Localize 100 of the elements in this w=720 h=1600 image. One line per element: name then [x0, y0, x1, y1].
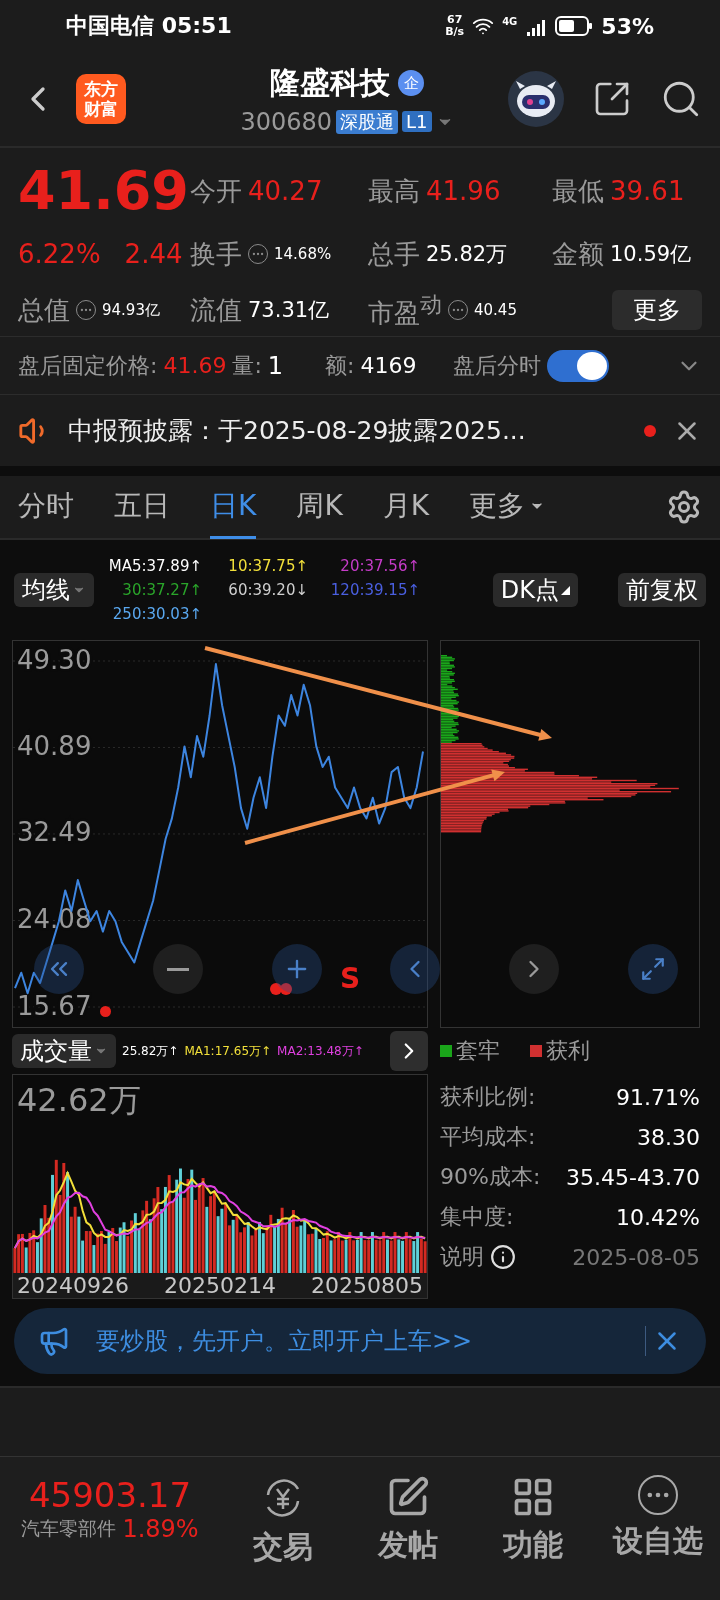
ma-menu[interactable]: 均线: [14, 573, 94, 607]
volume-label: 量:: [232, 351, 262, 380]
enterprise-badge: 企: [398, 70, 424, 96]
sector-name: 汽车零部件: [21, 1516, 117, 1541]
y-axis-label: 15.67: [17, 990, 92, 1021]
carrier-time: 中国电信 05:51: [66, 12, 232, 40]
market-tag: L1: [402, 111, 432, 132]
y-axis-label: 32.49: [17, 817, 92, 848]
legend-label: 套牢: [456, 1037, 500, 1065]
next-indicator-button[interactable]: [390, 1031, 428, 1071]
date-label: 20240926: [17, 1273, 129, 1298]
signal-marker-icon: [270, 983, 292, 995]
battery-icon: [555, 16, 594, 36]
stat-label: 总手: [368, 237, 420, 271]
stat-label: 流值: [190, 293, 242, 327]
ma-value: 250:30.03↑: [112, 605, 202, 623]
stock-name: 隆盛科技: [270, 63, 390, 102]
stat-label: 集中度:: [440, 1203, 514, 1231]
dk-button[interactable]: DK点: [492, 573, 578, 607]
change-amount: 2.44: [124, 239, 183, 269]
zoom-in-button[interactable]: [271, 944, 322, 994]
previous-button[interactable]: [390, 944, 441, 994]
index-value: 45903.17: [28, 1475, 192, 1515]
market-tag: 深股通: [336, 109, 399, 134]
chart-tab[interactable]: 更多: [469, 475, 546, 539]
stat-value: 38.30: [637, 1124, 700, 1150]
stat-label: 获利比例:: [440, 1083, 536, 1111]
stat-label: 平均成本:: [440, 1123, 536, 1151]
bottom-action[interactable]: 交易: [220, 1475, 345, 1568]
stat-value: 39.61: [610, 176, 685, 206]
y-axis-label: 40.89: [17, 731, 92, 762]
ellipsis-circle-icon: [637, 1475, 678, 1515]
stat-value: 25.82万: [426, 241, 508, 268]
stat-value: 40.27: [248, 176, 323, 206]
after-hours-label: 盘后固定价格:: [18, 351, 158, 380]
chart-tab[interactable]: 分时: [18, 475, 74, 539]
volume-value: 1: [267, 351, 284, 380]
corner-icon: [561, 585, 570, 595]
expand-arrows-icon: [640, 956, 666, 982]
battery-percent: 53%: [601, 13, 654, 39]
note-label[interactable]: 说明: [440, 1242, 484, 1272]
stat-label: 换手: [190, 237, 242, 271]
volume-max-label: 42.62万: [16, 1080, 142, 1121]
legend-label: 获利: [546, 1037, 590, 1065]
stat-value: 94.93亿: [102, 300, 160, 320]
account-banner[interactable]: 要炒股，先开户。立即开户上车>>: [14, 1308, 706, 1374]
toggle-label: 盘后分时: [452, 351, 541, 380]
stat-label: 市盈$^{动}$: [368, 290, 442, 330]
stat-label: 最高: [368, 174, 420, 208]
bottom-action[interactable]: 功能: [470, 1475, 595, 1566]
first-page-button[interactable]: [34, 944, 84, 994]
sell-signal: S: [340, 962, 361, 995]
zoom-out-button[interactable]: [152, 944, 203, 994]
stat-value: 10.59亿: [610, 241, 692, 268]
robot-avatar-icon[interactable]: [508, 71, 564, 127]
settings-icon[interactable]: [666, 489, 702, 525]
volume-menu[interactable]: 成交量: [12, 1034, 116, 1068]
after-hours-price: 41.69: [163, 353, 227, 378]
stock-code: 300680: [240, 107, 333, 136]
volume-reading: 25.82万↑: [122, 1042, 179, 1060]
chart-tab[interactable]: 日K: [210, 475, 257, 539]
y-axis-label: 49.30: [17, 644, 92, 675]
megaphone-icon: [38, 1325, 70, 1357]
chart-tab[interactable]: 周K: [296, 475, 343, 539]
chart-tab[interactable]: 月K: [382, 475, 430, 539]
minus-icon: [166, 967, 189, 971]
ma-value: 10:37.75↑: [228, 557, 308, 575]
date-label: 20250214: [164, 1273, 276, 1298]
ma-value: 120:39.15↑: [330, 581, 420, 599]
signal-marker-icon: [100, 1006, 111, 1017]
stat-label: 总值: [18, 293, 70, 327]
fullscreen-button[interactable]: [628, 944, 678, 994]
network-type: 4G: [502, 15, 518, 27]
current-price: 41.69: [18, 158, 190, 224]
chart-tab[interactable]: 五日: [114, 475, 170, 539]
ma-value: 20:37.56↑: [340, 557, 420, 575]
after-hours-toggle[interactable]: [546, 349, 609, 382]
bottom-action[interactable]: 发帖: [345, 1475, 470, 1566]
stat-value: 14.68%: [274, 245, 332, 263]
network-speed: 67 B/s: [445, 14, 465, 38]
date-label: 20250805: [311, 1273, 423, 1298]
next-button[interactable]: [509, 944, 560, 994]
stat-value: 91.71%: [616, 1084, 700, 1110]
bottom-action[interactable]: 设自选: [595, 1475, 720, 1562]
ma-value: 60:39.20↓: [228, 581, 308, 599]
amount-value: 4169: [360, 353, 417, 378]
stat-label: 最低: [552, 174, 604, 208]
stat-value: 35.45-43.70: [566, 1164, 700, 1190]
amount-label: 额:: [325, 351, 355, 380]
sector-change: 1.89%: [122, 1515, 199, 1543]
banner-text: 要炒股，先开户。立即开户上车>>: [96, 1326, 474, 1357]
stat-value: 10.42%: [616, 1204, 700, 1230]
info-icon[interactable]: [490, 1244, 516, 1270]
stat-label: 90%成本:: [440, 1163, 541, 1191]
stat-label: 金额: [552, 237, 604, 271]
adjust-button[interactable]: 前复权: [618, 573, 706, 607]
chip-date: 2025-08-05: [572, 1244, 700, 1270]
volume-reading: MA2:13.48万↑: [277, 1042, 364, 1060]
change-percent: 6.22%: [18, 239, 101, 269]
more-button[interactable]: 更多: [612, 290, 702, 330]
